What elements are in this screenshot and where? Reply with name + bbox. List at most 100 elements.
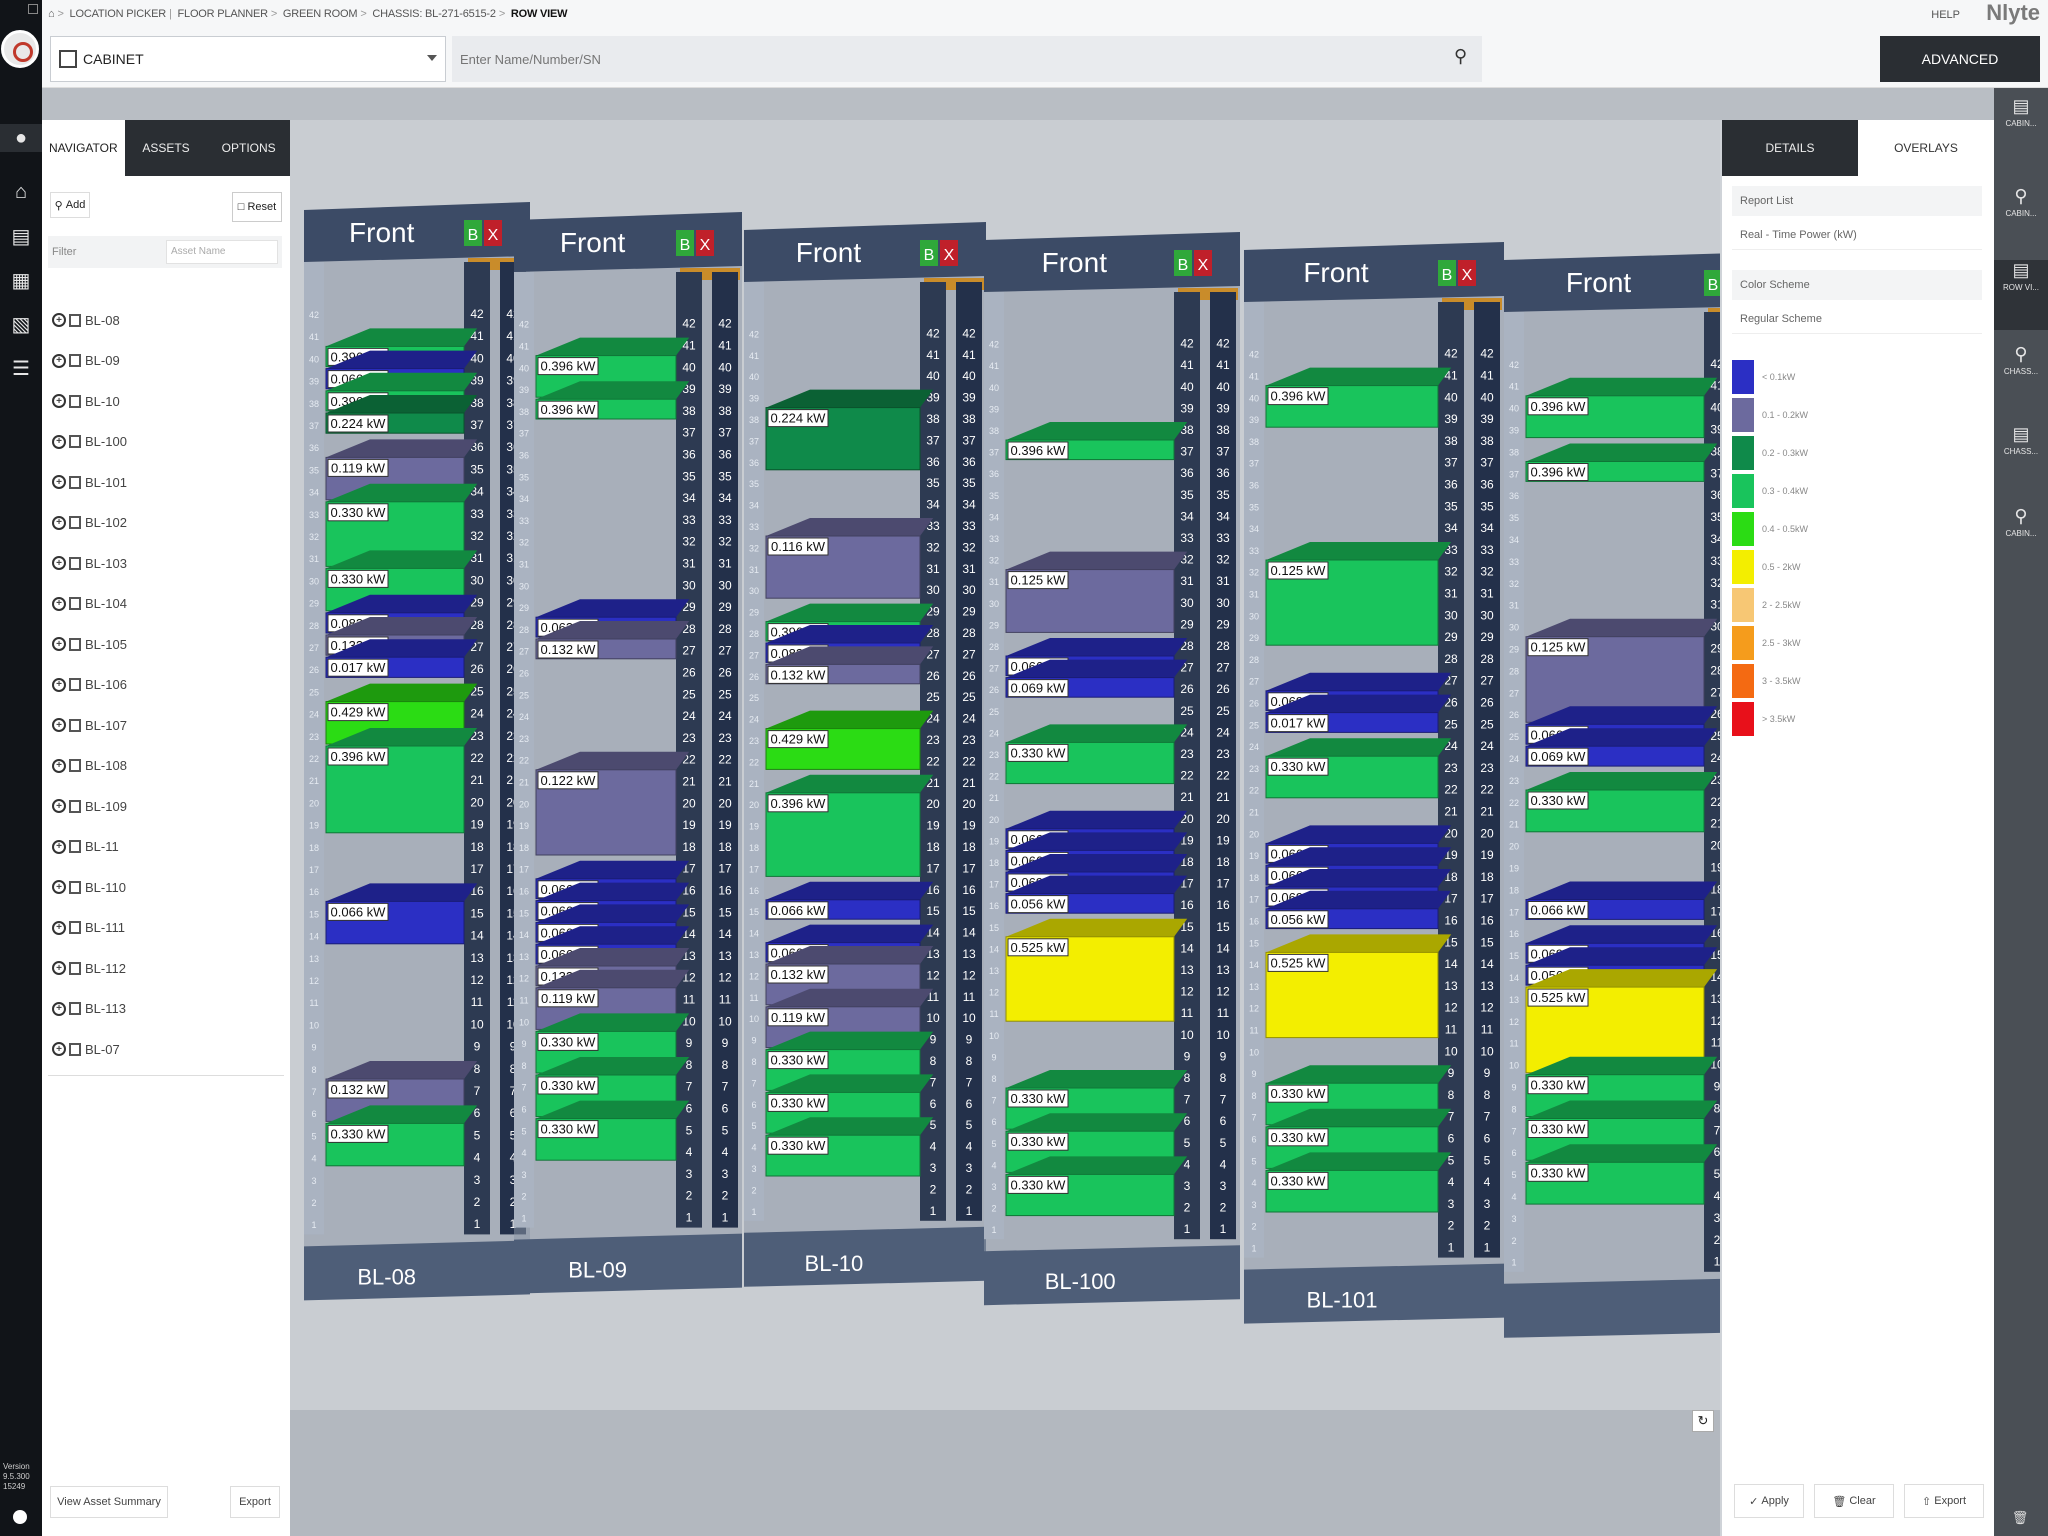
expand-plus-icon[interactable]: + xyxy=(52,394,66,409)
expand-plus-icon[interactable]: + xyxy=(52,475,66,490)
asset-list-item[interactable]: + BL-104 xyxy=(52,584,282,625)
asset-list-item[interactable]: + BL-08 xyxy=(52,300,282,341)
report-select[interactable]: Real - Time Power (kW) xyxy=(1732,220,1982,250)
rack-unit-number: 17 xyxy=(1710,904,1720,918)
trash-icon[interactable]: 🗑 xyxy=(2011,1510,2029,1528)
color-scheme-select[interactable]: Regular Scheme xyxy=(1732,304,1982,334)
rack-unit-number: 36 xyxy=(962,455,976,469)
asset-list-item[interactable]: + BL-106 xyxy=(52,665,282,706)
breadcrumb-location-picker[interactable]: LOCATION PICKER xyxy=(70,8,167,20)
rack-b-badge-text: B xyxy=(1708,277,1719,294)
breadcrumb-green-room[interactable]: GREEN ROOM xyxy=(283,8,358,20)
search-icon[interactable]: ⚲ CABIN... xyxy=(1994,186,2048,256)
rack-unit-number-left: 4 xyxy=(311,1154,316,1164)
app-logo[interactable] xyxy=(1,30,39,68)
rack-unit-number: 2 xyxy=(930,1182,937,1196)
rack-unit-number: 4 xyxy=(722,1145,729,1159)
search-input[interactable] xyxy=(452,36,1482,82)
document-icon[interactable]: ▤ xyxy=(7,222,35,250)
report-icon[interactable]: ▧ xyxy=(7,310,35,338)
tab-options[interactable]: OPTIONS xyxy=(207,120,290,176)
list-icon[interactable]: ☰ xyxy=(7,354,35,382)
search-icon[interactable]: ⚲ CABIN... xyxy=(1994,506,2048,576)
expand-plus-icon[interactable]: + xyxy=(52,880,66,895)
expand-plus-icon[interactable]: + xyxy=(52,515,66,530)
expand-plus-icon[interactable]: + xyxy=(52,556,66,571)
tab-overlays[interactable]: OVERLAYS xyxy=(1858,120,1994,176)
breadcrumb-chassis[interactable]: CHASSIS: BL-271-6515-2 xyxy=(372,8,496,20)
tab-assets[interactable]: ASSETS xyxy=(125,120,208,176)
rack-unit-number: 38 xyxy=(682,404,696,418)
asset-list-item[interactable]: + BL-07 xyxy=(52,1029,282,1070)
search-icon[interactable]: ⚲ CHASS... xyxy=(1994,344,2048,414)
help-link[interactable]: HELP xyxy=(1931,9,1960,21)
cabinet-icon[interactable]: ▤ CABIN... xyxy=(1994,96,2048,166)
expand-icon[interactable] xyxy=(28,4,38,14)
expand-plus-icon[interactable]: + xyxy=(52,637,66,652)
advanced-button[interactable]: ADVANCED xyxy=(1880,36,2040,82)
rack-unit-number-left: 37 xyxy=(309,421,319,431)
home-icon[interactable]: ⌂ xyxy=(48,8,55,20)
rack-unit-number: 34 xyxy=(1480,521,1494,535)
expand-plus-icon[interactable]: + xyxy=(52,799,66,814)
status-dot-icon[interactable] xyxy=(13,1510,27,1524)
rack-unit-number-left: 10 xyxy=(989,1031,999,1041)
asset-list-item[interactable]: + BL-11 xyxy=(52,827,282,868)
asset-list-item[interactable]: + BL-09 xyxy=(52,341,282,382)
view-asset-summary-button[interactable]: View Asset Summary xyxy=(50,1486,168,1518)
asset-list-item[interactable]: + BL-101 xyxy=(52,462,282,503)
reset-view-icon[interactable]: ↻ xyxy=(1692,1410,1714,1432)
asset-name-field[interactable]: Asset Name xyxy=(166,240,278,264)
expand-plus-icon[interactable]: + xyxy=(52,1042,66,1057)
cabinet-select[interactable]: CABINET xyxy=(50,36,446,82)
asset-list-item[interactable]: + BL-112 xyxy=(52,948,282,989)
expand-plus-icon[interactable]: + xyxy=(52,839,66,854)
reset-button[interactable]: □ Reset xyxy=(232,192,282,222)
asset-list-item[interactable]: + BL-107 xyxy=(52,705,282,746)
export-button[interactable]: Export xyxy=(230,1486,280,1518)
add-button[interactable]: ⚲ Add xyxy=(50,192,90,218)
expand-plus-icon[interactable]: + xyxy=(52,961,66,976)
expand-plus-icon[interactable]: + xyxy=(52,596,66,611)
home-icon[interactable]: ⌂ xyxy=(7,178,35,206)
rack-unit-number: 21 xyxy=(1444,804,1458,818)
expand-plus-icon[interactable]: + xyxy=(52,434,66,449)
rack-unit-number: 22 xyxy=(926,754,940,768)
rack-unit-number-left: 8 xyxy=(521,1061,526,1071)
expand-plus-icon[interactable]: + xyxy=(52,313,66,328)
rack-unit-number-left: 4 xyxy=(1251,1178,1256,1188)
clear-button[interactable]: 🗑 Clear xyxy=(1814,1484,1894,1518)
chassis-icon[interactable]: ▤ CHASS... xyxy=(1994,424,2048,494)
row-view-icon[interactable]: ▤ ROW VI... xyxy=(1994,260,2048,330)
rack-unit-number: 18 xyxy=(1216,855,1230,869)
asset-list-item[interactable]: + BL-109 xyxy=(52,786,282,827)
asset-list-item[interactable]: + BL-110 xyxy=(52,867,282,908)
expand-plus-icon[interactable]: + xyxy=(52,677,66,692)
asset-list-item[interactable]: + BL-105 xyxy=(52,624,282,665)
expand-plus-icon[interactable]: + xyxy=(52,1001,66,1016)
rack-unit-number-left: 27 xyxy=(1249,677,1259,687)
expand-plus-icon[interactable]: + xyxy=(52,353,66,368)
search-icon[interactable]: ⚲ xyxy=(1454,46,1467,67)
rack-unit-number: 28 xyxy=(962,626,976,640)
asset-list-item[interactable]: + BL-111 xyxy=(52,908,282,949)
tab-details[interactable]: DETAILS xyxy=(1722,120,1858,176)
users-icon[interactable]: ● xyxy=(0,124,42,152)
row-view-canvas[interactable]: Front B X 42 42 42 41 41 41 40 40 40 39 39 39 38 38 38 37 3… xyxy=(290,120,1720,1536)
expand-plus-icon[interactable]: + xyxy=(52,920,66,935)
asset-list-item[interactable]: + BL-113 xyxy=(52,989,282,1030)
expand-plus-icon[interactable]: + xyxy=(52,758,66,773)
right-export-button[interactable]: ⇧ Export xyxy=(1904,1484,1984,1518)
tab-navigator[interactable]: NAVIGATOR xyxy=(42,120,125,176)
asset-list-item[interactable]: + BL-102 xyxy=(52,503,282,544)
apply-button[interactable]: ✓ Apply xyxy=(1734,1484,1804,1518)
building-icon[interactable]: ▦ xyxy=(7,266,35,294)
asset-list-item[interactable]: + BL-100 xyxy=(52,422,282,463)
asset-list-item[interactable]: + BL-108 xyxy=(52,746,282,787)
rack-unit-number: 6 xyxy=(1220,1114,1227,1128)
expand-plus-icon[interactable]: + xyxy=(52,718,66,733)
rack-unit-number: 40 xyxy=(1444,390,1458,404)
asset-list-item[interactable]: + BL-103 xyxy=(52,543,282,584)
asset-list-item[interactable]: + BL-10 xyxy=(52,381,282,422)
breadcrumb-floor-planner[interactable]: FLOOR PLANNER xyxy=(178,8,269,20)
